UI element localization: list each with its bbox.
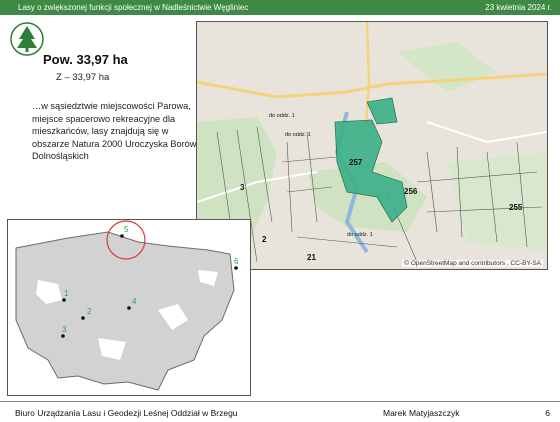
compartment-255: 255	[509, 203, 523, 212]
point-2[interactable]	[81, 316, 85, 320]
compartment-3: 3	[240, 183, 245, 192]
point-label-5: 5	[124, 225, 129, 234]
map-label-do-oddz-2: do oddz. 1	[285, 132, 311, 138]
map-attribution: © OpenStreetMap and contributors , CC-BY…	[402, 260, 543, 267]
header-bar: Lasy o zwiększonej funkcji społecznej w …	[0, 0, 560, 15]
compartment-257: 257	[349, 158, 363, 167]
point-4[interactable]	[127, 306, 131, 310]
point-label-3: 3	[62, 325, 67, 334]
compartment-21: 21	[307, 253, 316, 262]
compartment-2: 2	[262, 235, 267, 244]
description-text: …w sąsiedztwie miejscowości Parowa, miej…	[32, 101, 197, 162]
point-label-1: 1	[64, 289, 69, 298]
presentation-date: 23 kwietnia 2024 r.	[485, 3, 552, 12]
presentation-title: Lasy o zwiększonej funkcji społecznej w …	[18, 3, 249, 12]
area-value: Pow. 33,97 ha	[43, 52, 128, 67]
map-label-do-oddz-3: do oddz. 1	[347, 232, 373, 238]
page-number: 6	[545, 408, 550, 418]
point-label-6: 6	[234, 257, 239, 266]
point-1[interactable]	[62, 298, 66, 302]
point-5[interactable]	[120, 234, 124, 238]
map-label-do-oddz-1: do oddz. 1	[269, 113, 295, 119]
footer-author: Marek Matyjaszczyk	[383, 408, 460, 418]
footer-organization: Biuro Urządzania Lasu i Geodezji Leśnej …	[15, 408, 238, 418]
point-label-2: 2	[87, 307, 92, 316]
overview-map[interactable]: 1 2 3 4 5 6	[7, 219, 251, 396]
point-3[interactable]	[61, 334, 65, 338]
z-area-value: Z – 33,97 ha	[56, 72, 110, 83]
point-6[interactable]	[234, 266, 238, 270]
point-label-4: 4	[132, 297, 137, 306]
footer-divider	[0, 401, 560, 402]
forest-logo-icon	[10, 22, 44, 56]
overview-map-graphic: 1 2 3 4 5 6	[15, 220, 239, 391]
compartment-256: 256	[404, 187, 418, 196]
